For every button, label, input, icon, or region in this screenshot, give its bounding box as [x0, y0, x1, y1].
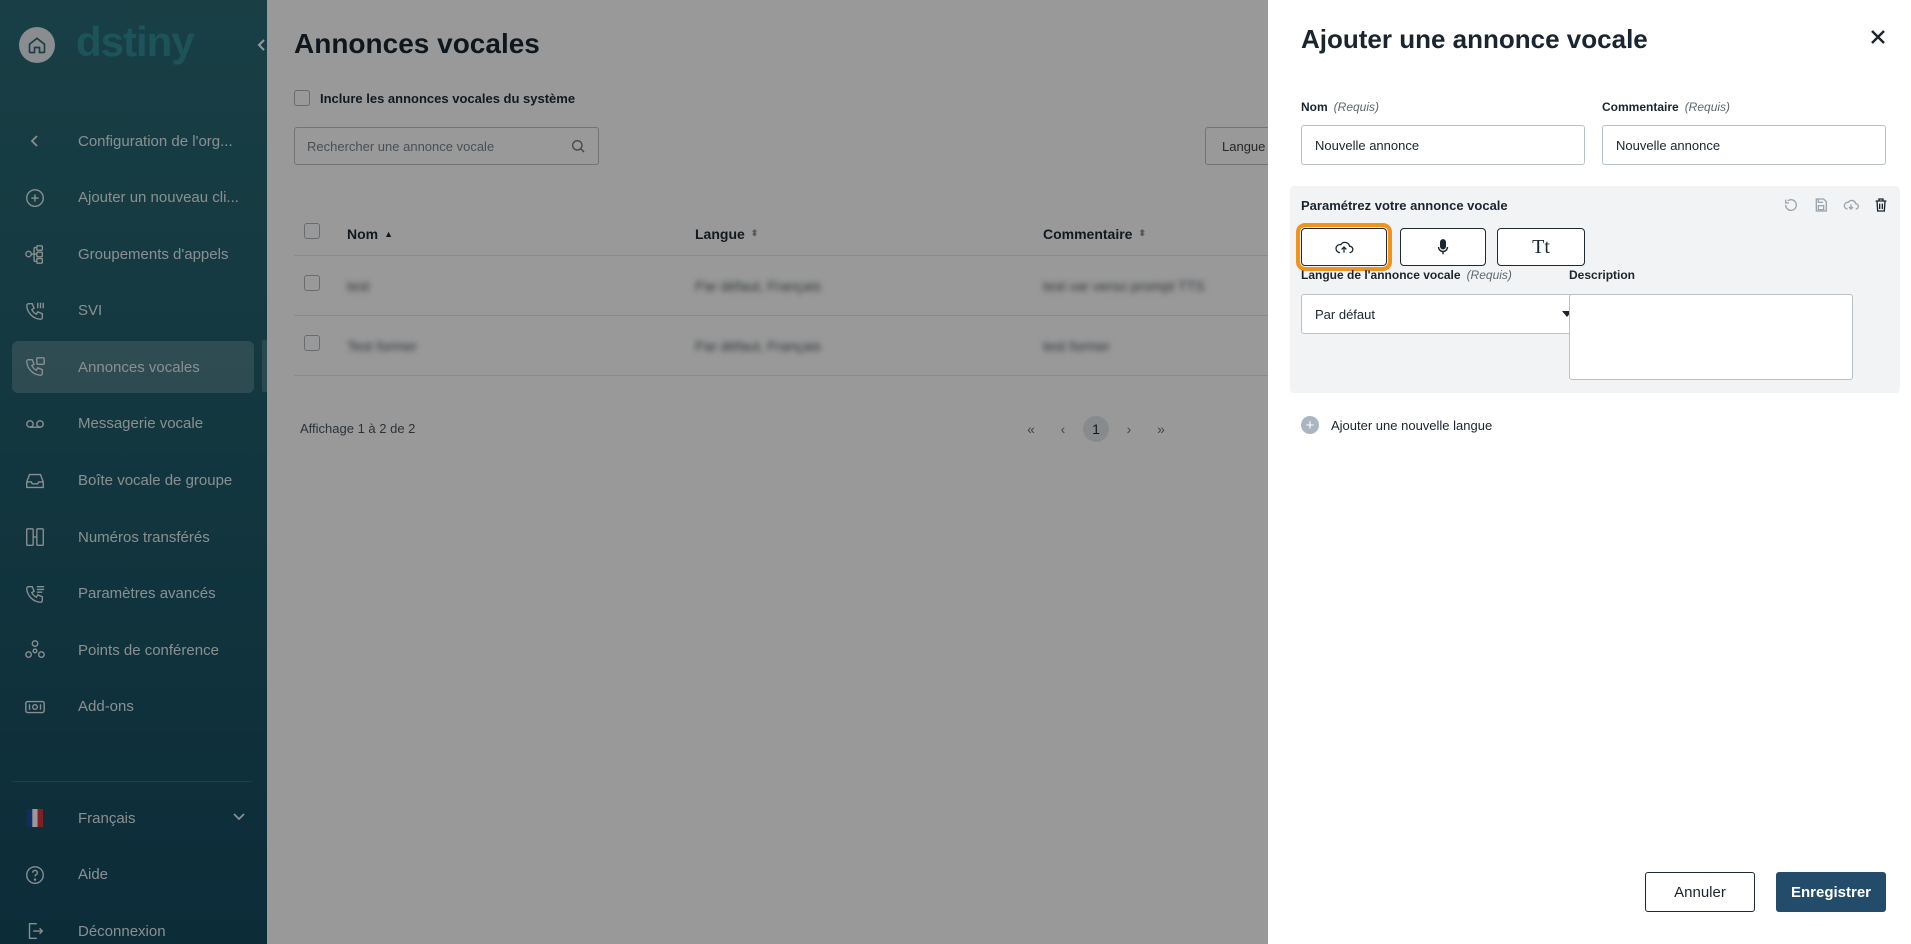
- modal-backdrop[interactable]: [0, 0, 1268, 944]
- language-select[interactable]: Par défaut: [1301, 294, 1585, 334]
- trash-icon[interactable]: [1872, 196, 1890, 214]
- add-announcement-drawer: Ajouter une annonce vocale Nom (Requis) N…: [1268, 0, 1911, 944]
- text-size-icon: Tt: [1532, 235, 1550, 258]
- cancel-button[interactable]: Annuler: [1645, 872, 1755, 912]
- name-field[interactable]: Nouvelle annonce: [1301, 125, 1585, 165]
- add-language-label: Ajouter une nouvelle langue: [1331, 417, 1493, 433]
- microphone-icon: [1437, 239, 1449, 255]
- lang-label: Langue de l'annonce vocale (Requis): [1301, 268, 1512, 282]
- name-label-text: Nom: [1301, 100, 1328, 114]
- plus-circle-icon: +: [1301, 416, 1319, 434]
- save-icon[interactable]: [1812, 196, 1830, 214]
- announcement-config-panel: Paramétrez votre annonce vocale Tt Langu…: [1290, 186, 1900, 393]
- lang-label-text: Langue de l'annonce vocale: [1301, 268, 1461, 282]
- text-to-speech-mode-button[interactable]: Tt: [1497, 228, 1585, 266]
- cloud-upload-icon: [1335, 241, 1354, 254]
- add-language-button[interactable]: + Ajouter une nouvelle langue: [1301, 416, 1492, 434]
- description-textarea[interactable]: [1569, 294, 1853, 380]
- cloud-download-icon[interactable]: [1842, 196, 1860, 214]
- config-toolbar: [1782, 196, 1890, 214]
- comment-field[interactable]: Nouvelle annonce: [1602, 125, 1886, 165]
- name-label: Nom (Requis): [1301, 100, 1379, 114]
- language-select-value: Par défaut: [1315, 307, 1375, 322]
- drawer-title: Ajouter une annonce vocale: [1301, 24, 1648, 54]
- required-tag: (Requis): [1333, 100, 1380, 114]
- required-tag: (Requis): [1684, 100, 1731, 114]
- comment-label: Commentaire (Requis): [1602, 100, 1730, 114]
- close-button[interactable]: [1867, 26, 1889, 48]
- reset-icon[interactable]: [1782, 196, 1800, 214]
- required-tag: (Requis): [1466, 268, 1512, 282]
- comment-label-text: Commentaire: [1602, 100, 1679, 114]
- upload-mode-button[interactable]: [1296, 223, 1392, 271]
- config-title: Paramétrez votre annonce vocale: [1301, 198, 1508, 213]
- close-icon: [1871, 30, 1885, 44]
- record-mode-button[interactable]: [1400, 228, 1486, 266]
- description-label: Description: [1569, 268, 1636, 282]
- save-button[interactable]: Enregistrer: [1776, 872, 1886, 912]
